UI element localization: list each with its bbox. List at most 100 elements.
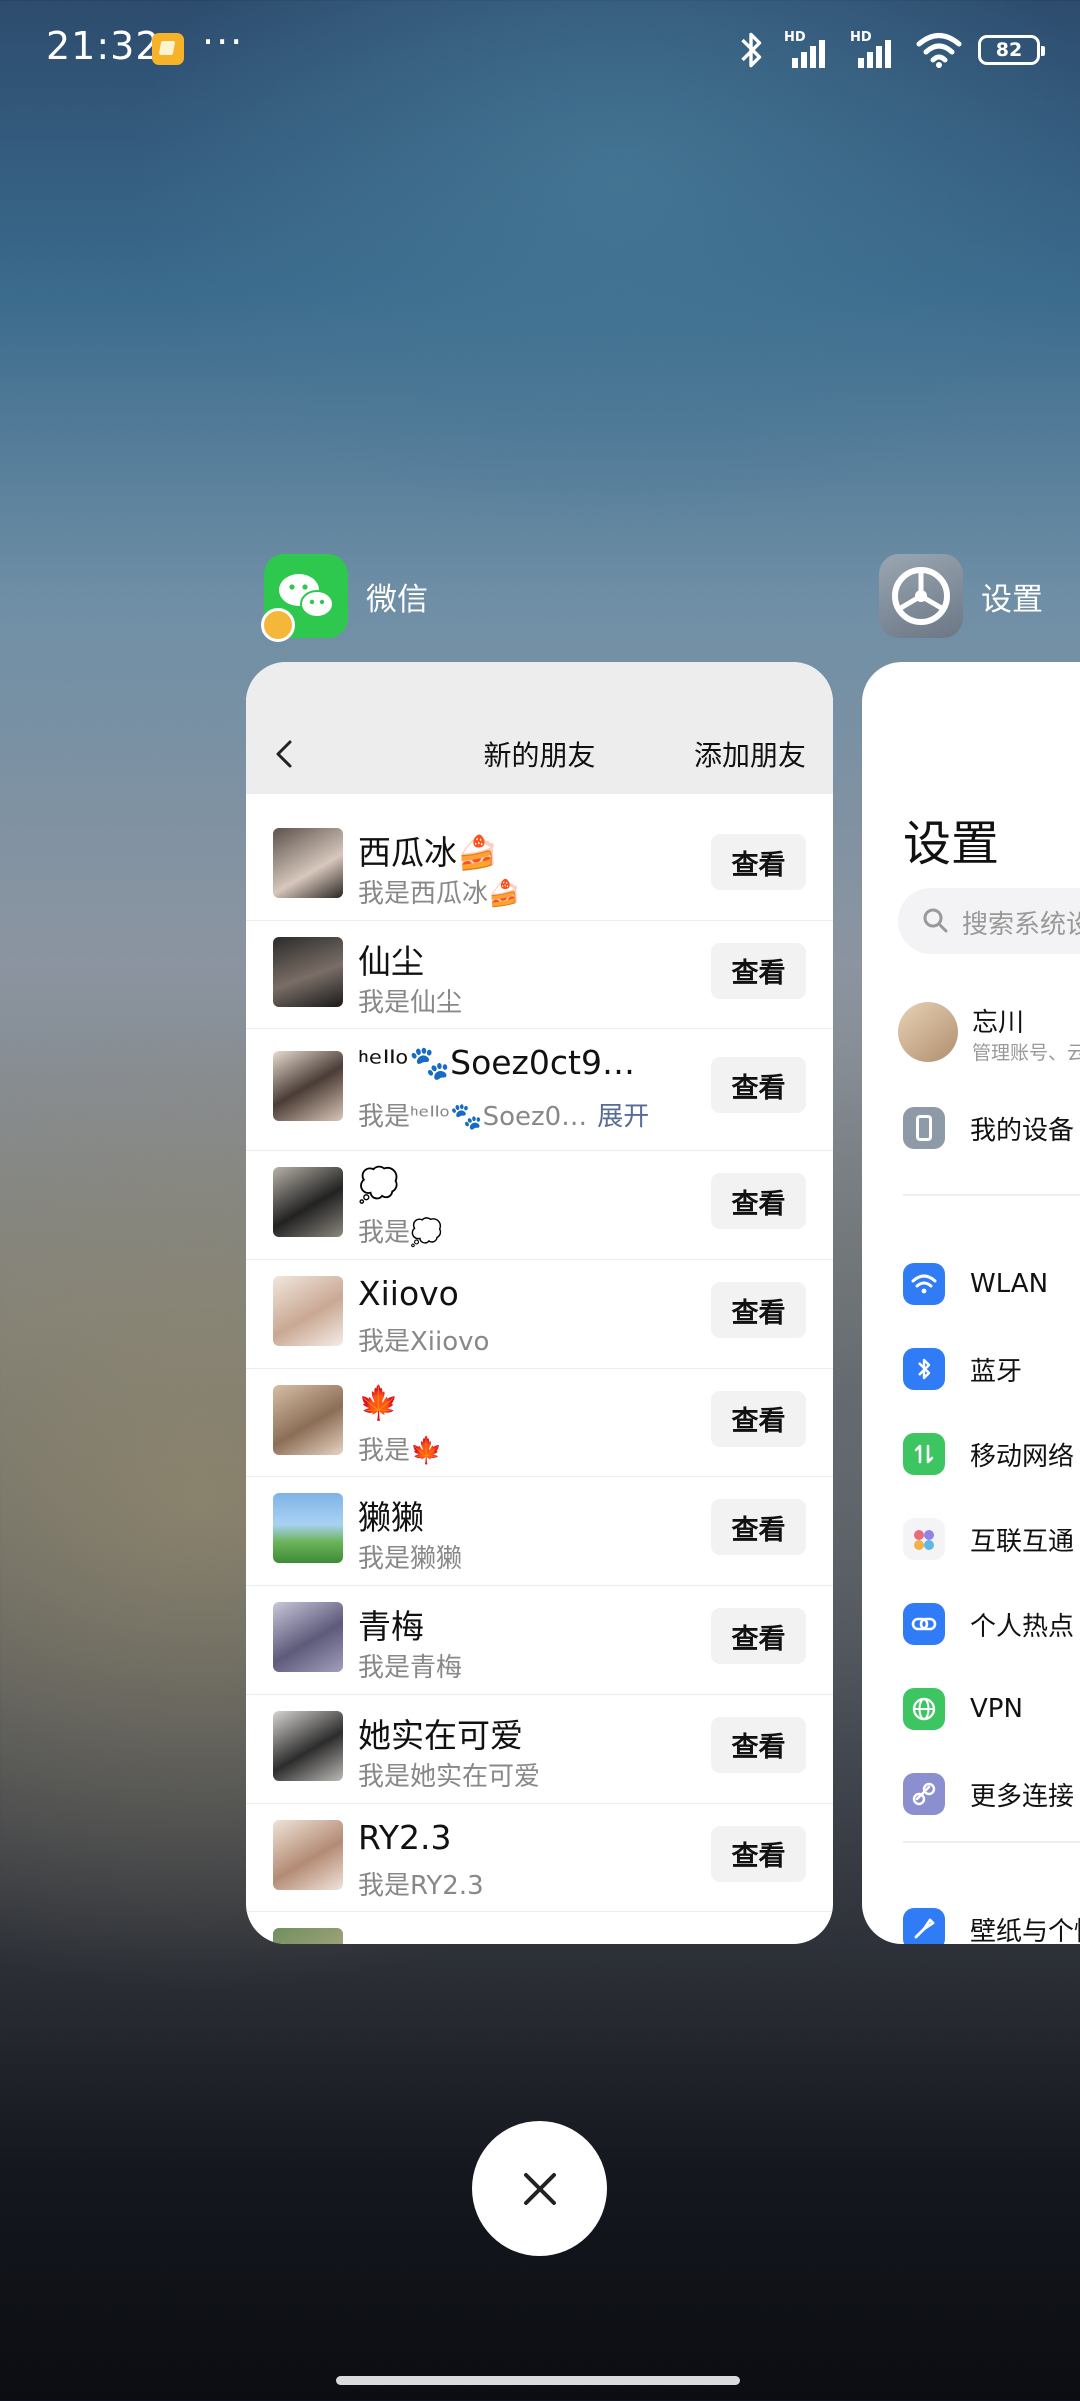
search-input[interactable]: 搜索系统设 [898,888,1080,954]
settings-item-hotspot[interactable]: 个人热点 [903,1602,1074,1646]
divider [903,1841,1080,1843]
avatar [273,1167,343,1238]
wifi-icon [903,1263,945,1305]
list-item[interactable]: 她实在可爱 我是她实在可爱 查看 [246,1695,833,1804]
list-item[interactable]: 青梅 我是青梅 查看 [246,1586,833,1695]
friend-name: ᑋᵉᑊᑊᵒ🐾Soez0ct9… [358,1043,635,1083]
friend-name: 青梅 [358,1607,424,1647]
battery-indicator: 82 [978,35,1045,65]
home-indicator[interactable] [336,2376,740,2385]
add-friend-button[interactable]: 添加朋友 [694,734,806,774]
view-button[interactable]: 查看 [711,1608,806,1665]
settings-item-label: 移动网络 [970,1441,1075,1472]
app-name: 设置 [981,581,1043,618]
view-button[interactable]: 查看 [711,942,806,999]
avatar [273,936,343,1007]
friend-message: 我是西瓜冰🍰 [358,879,521,909]
signal-1-icon: HD [784,30,834,70]
friend-message: 我是Xiiovo [358,1327,490,1358]
settings-recent-card[interactable]: 设置 搜索系统设 忘川 管理账号、云 我的设备 WLAN 蓝牙 移动网络 互联互… [862,662,1080,1944]
notes-notification-icon [152,33,184,65]
clear-all-button[interactable] [472,2121,607,2256]
phone-icon [903,1107,945,1149]
wallpaper-icon [903,1908,945,1944]
view-button[interactable]: 查看 [711,1173,806,1230]
view-button[interactable]: 查看 [711,1390,806,1447]
close-icon [523,2172,556,2205]
clock: 21:32 [46,24,161,68]
settings-item-label: 更多连接 [970,1781,1075,1812]
avatar [273,1276,343,1347]
wechat-icon [261,554,348,642]
settings-item-interconnect[interactable]: 互联互通 [903,1517,1074,1561]
friend-name: 仙尘 [358,941,424,981]
profile-subtitle: 管理账号、云 [972,1042,1080,1064]
friend-message: 我是她实在可爱 [358,1761,541,1792]
friend-name: RY2.3 [358,1817,452,1857]
view-button[interactable]: 查看 [711,1057,806,1114]
list-item[interactable]: 💭 我是💭 查看 [246,1151,833,1261]
friend-name: 西瓜冰🍰 [358,833,499,872]
settings-item-vpn[interactable]: VPN [903,1687,1023,1731]
friend-name: 💭 [358,1165,400,1205]
settings-item-more-connections[interactable]: 更多连接 [903,1772,1074,1816]
battery-level: 82 [995,39,1023,61]
avatar [273,1602,343,1673]
friend-message: 我是仙尘 [358,987,463,1018]
settings-item-label: 壁纸与个性 [970,1916,1080,1945]
settings-item-label: 互联互通 [970,1526,1075,1557]
settings-item-label: VPN [970,1694,1023,1724]
profile-name: 忘川 [972,1008,1025,1038]
view-button[interactable]: 查看 [711,1282,806,1339]
avatar [273,1384,343,1455]
settings-icon [879,554,963,638]
settings-item-wlan[interactable]: WLAN [903,1262,1048,1306]
clone-badge-icon [261,608,295,642]
avatar [273,828,343,898]
search-icon [923,908,948,933]
friend-name: 🍁 [358,1382,400,1422]
friend-message-text: 我是ᑋᵉᑊᑊᵒ🐾Soez0… [358,1102,588,1133]
settings-item-my-device[interactable]: 我的设备 [903,1106,1074,1150]
view-button[interactable]: 查看 [711,1499,806,1556]
settings-item-mobile-network[interactable]: 移动网络 [903,1432,1074,1476]
friend-name: 獭獭 [358,1498,424,1538]
settings-item-bluetooth[interactable]: 蓝牙 [903,1347,1022,1391]
list-item[interactable]: RY2.3 我是RY2.3 查看 [246,1804,833,1913]
list-item[interactable]: 🍁 我是🍁 查看 [246,1369,833,1478]
avatar [273,1928,343,1944]
friend-message: 我是💭 [358,1218,443,1249]
wechat-app-label[interactable]: 微信 [261,554,428,642]
globe-icon [903,1688,945,1730]
status-bar: 21:32 ··· HD HD 82 [0,0,1080,100]
view-button[interactable]: 查看 [711,1825,806,1882]
settings-item-label: 我的设备 [970,1115,1075,1146]
wechat-header: 新的朋友 添加朋友 [246,662,833,794]
view-button[interactable]: 查看 [711,834,806,890]
more-notifications-icon: ··· [202,20,245,64]
friend-message: 我是ᑋᵉᑊᑊᵒ🐾Soez0… 展开 [358,1096,649,1133]
list-item[interactable]: 西瓜冰🍰 我是西瓜冰🍰 查看 [246,812,833,921]
hotspot-link-icon [903,1603,945,1645]
list-item[interactable]: 仙尘 我是仙尘 查看 [246,921,833,1030]
avatar[interactable] [898,1002,958,1062]
divider [903,1194,1080,1196]
new-friends-list: 西瓜冰🍰 我是西瓜冰🍰 查看 仙尘 我是仙尘 查看 ᑋᵉᑊᑊᵒ🐾Soez0ct9… [246,812,833,1944]
settings-item-label: 蓝牙 [970,1356,1023,1387]
wechat-recent-card[interactable]: 新的朋友 添加朋友 西瓜冰🍰 我是西瓜冰🍰 查看 仙尘 我是仙尘 查看 ᑋᵉᑊᑊ… [246,662,833,1944]
view-button[interactable]: 查看 [711,1716,806,1773]
settings-item-label: WLAN [970,1269,1049,1299]
expand-link[interactable]: 展开 [597,1102,649,1132]
avatar [273,1493,343,1564]
settings-item-wallpaper[interactable]: 壁纸与个性 [903,1907,1080,1944]
app-name: 微信 [366,581,428,618]
bluetooth-icon [903,1348,945,1390]
bluetooth-icon [741,32,762,68]
page-title: 设置 [903,816,1000,872]
friend-message: 我是RY2.3 [358,1870,484,1901]
settings-app-label[interactable]: 设置 [879,554,1043,638]
list-item[interactable]: ᑋᵉᑊᑊᵒ🐾Soez0ct9… 我是ᑋᵉᑊᑊᵒ🐾Soez0… 展开 查看 [246,1029,833,1152]
list-item-partial[interactable] [246,1912,833,1944]
list-item[interactable]: 獭獭 我是獭獭 查看 [246,1477,833,1587]
list-item[interactable]: Xiiovo 我是Xiiovo 查看 [246,1260,833,1369]
